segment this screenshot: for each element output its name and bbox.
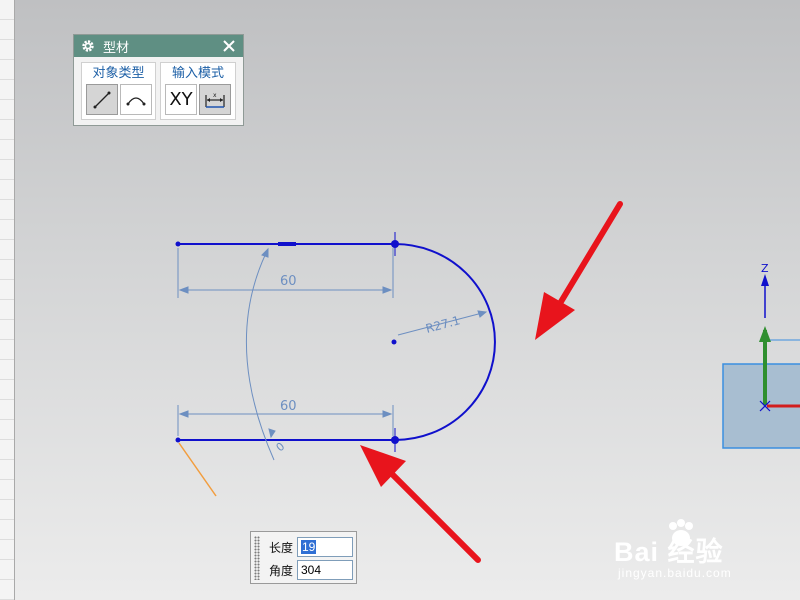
dim-text-angle[interactable]: 0: [274, 440, 288, 454]
annotation-arrow: [360, 445, 481, 563]
angle-value: 304: [301, 563, 322, 577]
dialog-title: 型材: [103, 39, 130, 55]
length-value: 19: [301, 540, 317, 554]
input-mode-label: 输入模式: [171, 65, 224, 80]
dim-text-top[interactable]: 60: [280, 274, 297, 289]
profile-dialog[interactable]: 型材 对象类型 输入模式 XY x: [73, 34, 244, 126]
gear-icon[interactable]: [81, 39, 95, 53]
drag-grip[interactable]: [254, 536, 260, 580]
line-icon: [93, 91, 111, 108]
annotation-arrow: [535, 201, 623, 340]
dimensions[interactable]: [177, 247, 488, 461]
watermark-url: jingyan.baidu.com: [618, 566, 732, 580]
arc[interactable]: [394, 243, 496, 441]
arc-center[interactable]: [391, 339, 397, 345]
object-type-label: 对象类型: [92, 65, 145, 80]
parameter-mode-button[interactable]: x: [199, 84, 231, 115]
baidu-watermark: Bai 经验 jingyan.baidu.com: [614, 518, 794, 588]
close-icon[interactable]: [221, 38, 237, 54]
endpoint[interactable]: [175, 241, 181, 247]
rubber-band-line: [178, 442, 217, 497]
svg-text:x: x: [213, 92, 217, 99]
arc-icon: [126, 96, 146, 105]
length-field[interactable]: 19: [297, 537, 353, 557]
dim-text-bottom[interactable]: 60: [280, 399, 297, 414]
parameter-mode-icon: x: [205, 92, 225, 108]
angle-row: 角度 304: [269, 559, 353, 581]
sketch-profile[interactable]: [175, 232, 496, 452]
input-mode-group: 输入模式 XY x: [160, 62, 236, 120]
xy-mode-button[interactable]: XY: [165, 84, 197, 115]
arc-button[interactable]: [120, 84, 152, 115]
angle-label: 角度: [269, 563, 294, 578]
dim-text-radius[interactable]: R27.1: [424, 313, 461, 336]
watermark-main: Bai 经验: [614, 537, 724, 567]
length-row: 长度 19: [269, 536, 353, 558]
object-type-group: 对象类型: [81, 62, 156, 120]
angle-field[interactable]: 304: [297, 560, 353, 580]
xy-label: XY: [169, 89, 193, 110]
line-button[interactable]: [86, 84, 118, 115]
dialog-title-bar[interactable]: 型材: [74, 35, 243, 57]
dynamic-input-box[interactable]: 长度 19 角度 304: [250, 531, 357, 584]
z-axis-label: Z: [761, 262, 769, 275]
endpoint[interactable]: [175, 437, 181, 443]
length-label: 长度: [269, 540, 294, 555]
